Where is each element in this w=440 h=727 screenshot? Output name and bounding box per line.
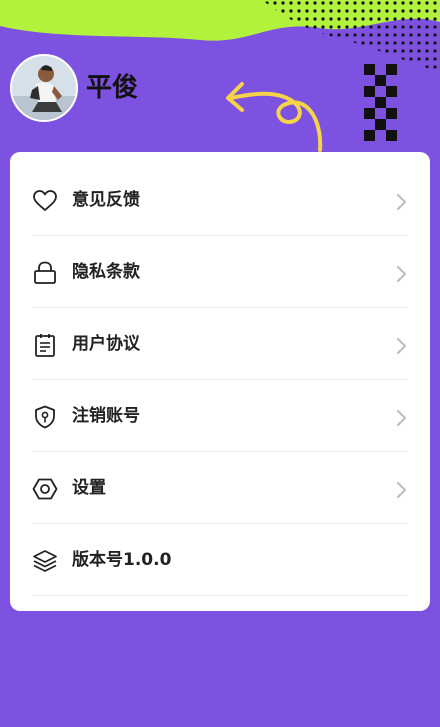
heart-icon <box>33 190 57 211</box>
username: 平俊 <box>86 73 139 103</box>
profile-header: 平俊 <box>0 0 440 150</box>
menu-item-privacy[interactable]: 隐私条款 <box>32 236 408 308</box>
menu-item-feedback[interactable]: 意见反馈 <box>32 164 408 236</box>
menu-item-label: 意见反馈 <box>72 190 140 210</box>
menu-item-settings[interactable]: 设置 <box>32 452 408 524</box>
chevron-right-icon <box>397 266 406 282</box>
menu-item-version: 版本号1.0.0 <box>32 524 408 596</box>
menu-item-label: 用户协议 <box>72 334 140 354</box>
avatar-image <box>12 56 76 120</box>
avatar[interactable] <box>10 54 78 122</box>
menu-item-label: 设置 <box>72 478 106 498</box>
menu-item-delete-account[interactable]: 注销账号 <box>32 380 408 452</box>
lock-icon <box>34 261 56 284</box>
chevron-right-icon <box>397 410 406 426</box>
hexagon-settings-icon <box>32 478 58 500</box>
chevron-right-icon <box>397 194 406 210</box>
document-icon <box>35 334 55 357</box>
menu-card: 意见反馈 隐私条款 用户协议 注销账号 设置 版本号1.0.0 <box>10 152 430 611</box>
layers-icon <box>33 550 57 572</box>
menu-item-label: 隐私条款 <box>72 262 140 282</box>
menu-item-label: 注销账号 <box>72 406 140 426</box>
chevron-right-icon <box>397 338 406 354</box>
shield-key-icon <box>35 405 55 429</box>
menu-item-user-agreement[interactable]: 用户协议 <box>32 308 408 380</box>
menu-item-label: 版本号1.0.0 <box>72 550 172 570</box>
chevron-right-icon <box>397 482 406 498</box>
